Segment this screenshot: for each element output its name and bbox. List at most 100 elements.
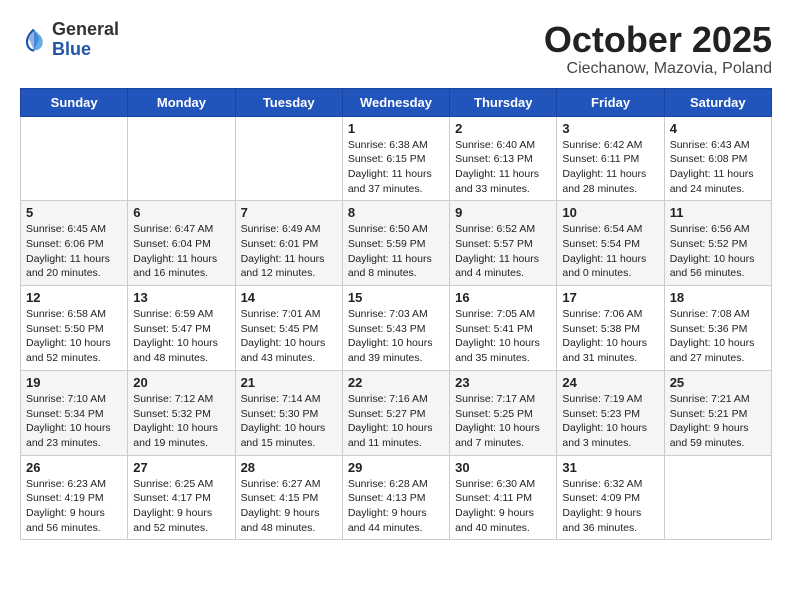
calendar-cell: 12 Sunrise: 6:58 AMSunset: 5:50 PMDayligh… (21, 286, 128, 371)
calendar-cell: 29Sunrise: 6:28 AMSunset: 4:13 PMDayligh… (342, 455, 449, 540)
day-info: Sunrise: 6:58 AMSunset: 5:50 PMDaylight:… (26, 307, 122, 366)
calendar-cell (128, 116, 235, 201)
day-number: 29 (348, 460, 444, 475)
day-info: Sunrise: 7:05 AMSunset: 5:41 PMDaylight:… (455, 307, 551, 366)
day-info: Sunrise: 6:43 AMSunset: 6:08 PMDaylight:… (670, 138, 766, 197)
day-info: Sunrise: 6:54 AMSunset: 5:54 PMDaylight:… (562, 222, 658, 281)
calendar-cell: 10 Sunrise: 6:54 AMSunset: 5:54 PMDayligh… (557, 201, 664, 286)
day-number: 6 (133, 205, 229, 220)
day-number: 4 (670, 121, 766, 136)
calendar-cell: 28 Sunrise: 6:27 AMSunset: 4:15 PMDayligh… (235, 455, 342, 540)
week-row-4: 19Sunrise: 7:10 AMSunset: 5:34 PMDayligh… (21, 370, 772, 455)
calendar-cell: 31 Sunrise: 6:32 AMSunset: 4:09 PMDayligh… (557, 455, 664, 540)
day-info: Sunrise: 6:40 AMSunset: 6:13 PMDaylight:… (455, 138, 551, 197)
day-number: 9 (455, 205, 551, 220)
weekday-header-row: SundayMondayTuesdayWednesdayThursdayFrid… (21, 88, 772, 116)
week-row-3: 12 Sunrise: 6:58 AMSunset: 5:50 PMDayligh… (21, 286, 772, 371)
calendar-cell (664, 455, 771, 540)
title-block: October 2025 Ciechanow, Mazovia, Poland (544, 20, 772, 78)
calendar-cell (21, 116, 128, 201)
weekday-header-sunday: Sunday (21, 88, 128, 116)
day-info: Sunrise: 7:03 AMSunset: 5:43 PMDaylight:… (348, 307, 444, 366)
calendar-cell: 11 Sunrise: 6:56 AMSunset: 5:52 PMDayligh… (664, 201, 771, 286)
calendar-cell: 26Sunrise: 6:23 AMSunset: 4:19 PMDayligh… (21, 455, 128, 540)
day-info: Sunrise: 7:08 AMSunset: 5:36 PMDaylight:… (670, 307, 766, 366)
calendar-cell: 25Sunrise: 7:21 AMSunset: 5:21 PMDayligh… (664, 370, 771, 455)
day-number: 27 (133, 460, 229, 475)
calendar-cell: 6 Sunrise: 6:47 AMSunset: 6:04 PMDaylight… (128, 201, 235, 286)
calendar-cell: 18Sunrise: 7:08 AMSunset: 5:36 PMDayligh… (664, 286, 771, 371)
day-info: Sunrise: 7:19 AMSunset: 5:23 PMDaylight:… (562, 392, 658, 451)
day-number: 31 (562, 460, 658, 475)
month-title: October 2025 (544, 20, 772, 60)
day-number: 17 (562, 290, 658, 305)
calendar-cell: 4 Sunrise: 6:43 AMSunset: 6:08 PMDaylight… (664, 116, 771, 201)
day-number: 24 (562, 375, 658, 390)
day-number: 2 (455, 121, 551, 136)
calendar-cell: 8Sunrise: 6:50 AMSunset: 5:59 PMDaylight… (342, 201, 449, 286)
calendar-cell: 19Sunrise: 7:10 AMSunset: 5:34 PMDayligh… (21, 370, 128, 455)
day-number: 30 (455, 460, 551, 475)
calendar-cell: 17 Sunrise: 7:06 AMSunset: 5:38 PMDayligh… (557, 286, 664, 371)
day-info: Sunrise: 6:47 AMSunset: 6:04 PMDaylight:… (133, 222, 229, 281)
weekday-header-monday: Monday (128, 88, 235, 116)
calendar-cell: 23 Sunrise: 7:17 AMSunset: 5:25 PMDayligh… (450, 370, 557, 455)
calendar-cell: 15 Sunrise: 7:03 AMSunset: 5:43 PMDayligh… (342, 286, 449, 371)
day-number: 1 (348, 121, 444, 136)
calendar-cell: 7Sunrise: 6:49 AMSunset: 6:01 PMDaylight… (235, 201, 342, 286)
weekday-header-friday: Friday (557, 88, 664, 116)
day-info: Sunrise: 7:12 AMSunset: 5:32 PMDaylight:… (133, 392, 229, 451)
day-number: 5 (26, 205, 122, 220)
week-row-2: 5Sunrise: 6:45 AMSunset: 6:06 PMDaylight… (21, 201, 772, 286)
day-info: Sunrise: 6:25 AMSunset: 4:17 PMDaylight:… (133, 477, 229, 536)
logo-text: General Blue (52, 20, 119, 60)
day-number: 3 (562, 121, 658, 136)
day-number: 23 (455, 375, 551, 390)
day-number: 25 (670, 375, 766, 390)
day-info: Sunrise: 6:56 AMSunset: 5:52 PMDaylight:… (670, 222, 766, 281)
location: Ciechanow, Mazovia, Poland (544, 60, 772, 78)
day-number: 12 (26, 290, 122, 305)
day-number: 13 (133, 290, 229, 305)
calendar-cell: 1 Sunrise: 6:38 AMSunset: 6:15 PMDaylight… (342, 116, 449, 201)
day-number: 28 (241, 460, 337, 475)
calendar-cell: 9 Sunrise: 6:52 AMSunset: 5:57 PMDaylight… (450, 201, 557, 286)
day-info: Sunrise: 6:49 AMSunset: 6:01 PMDaylight:… (241, 222, 337, 281)
logo-general: General (52, 20, 119, 40)
weekday-header-tuesday: Tuesday (235, 88, 342, 116)
calendar-cell: 21Sunrise: 7:14 AMSunset: 5:30 PMDayligh… (235, 370, 342, 455)
logo-blue: Blue (52, 40, 119, 60)
week-row-1: 1 Sunrise: 6:38 AMSunset: 6:15 PMDaylight… (21, 116, 772, 201)
day-number: 26 (26, 460, 122, 475)
day-info: Sunrise: 6:59 AMSunset: 5:47 PMDaylight:… (133, 307, 229, 366)
calendar-cell: 24 Sunrise: 7:19 AMSunset: 5:23 PMDayligh… (557, 370, 664, 455)
day-info: Sunrise: 7:16 AMSunset: 5:27 PMDaylight:… (348, 392, 444, 451)
day-number: 21 (241, 375, 337, 390)
weekday-header-saturday: Saturday (664, 88, 771, 116)
calendar-cell: 16Sunrise: 7:05 AMSunset: 5:41 PMDayligh… (450, 286, 557, 371)
day-number: 8 (348, 205, 444, 220)
day-info: Sunrise: 7:06 AMSunset: 5:38 PMDaylight:… (562, 307, 658, 366)
day-info: Sunrise: 6:27 AMSunset: 4:15 PMDaylight:… (241, 477, 337, 536)
day-number: 14 (241, 290, 337, 305)
calendar-cell: 14 Sunrise: 7:01 AMSunset: 5:45 PMDayligh… (235, 286, 342, 371)
day-info: Sunrise: 6:38 AMSunset: 6:15 PMDaylight:… (348, 138, 444, 197)
calendar-cell: 5Sunrise: 6:45 AMSunset: 6:06 PMDaylight… (21, 201, 128, 286)
day-number: 15 (348, 290, 444, 305)
day-info: Sunrise: 6:42 AMSunset: 6:11 PMDaylight:… (562, 138, 658, 197)
day-info: Sunrise: 7:17 AMSunset: 5:25 PMDaylight:… (455, 392, 551, 451)
weekday-header-thursday: Thursday (450, 88, 557, 116)
calendar-table: SundayMondayTuesdayWednesdayThursdayFrid… (20, 88, 772, 541)
day-info: Sunrise: 6:52 AMSunset: 5:57 PMDaylight:… (455, 222, 551, 281)
calendar-cell (235, 116, 342, 201)
calendar-cell: 27 Sunrise: 6:25 AMSunset: 4:17 PMDayligh… (128, 455, 235, 540)
day-number: 10 (562, 205, 658, 220)
calendar-cell: 20Sunrise: 7:12 AMSunset: 5:32 PMDayligh… (128, 370, 235, 455)
day-info: Sunrise: 6:32 AMSunset: 4:09 PMDaylight:… (562, 477, 658, 536)
day-number: 11 (670, 205, 766, 220)
weekday-header-wednesday: Wednesday (342, 88, 449, 116)
day-info: Sunrise: 7:10 AMSunset: 5:34 PMDaylight:… (26, 392, 122, 451)
logo: General Blue (20, 20, 119, 60)
day-info: Sunrise: 7:01 AMSunset: 5:45 PMDaylight:… (241, 307, 337, 366)
calendar-cell: 3 Sunrise: 6:42 AMSunset: 6:11 PMDaylight… (557, 116, 664, 201)
